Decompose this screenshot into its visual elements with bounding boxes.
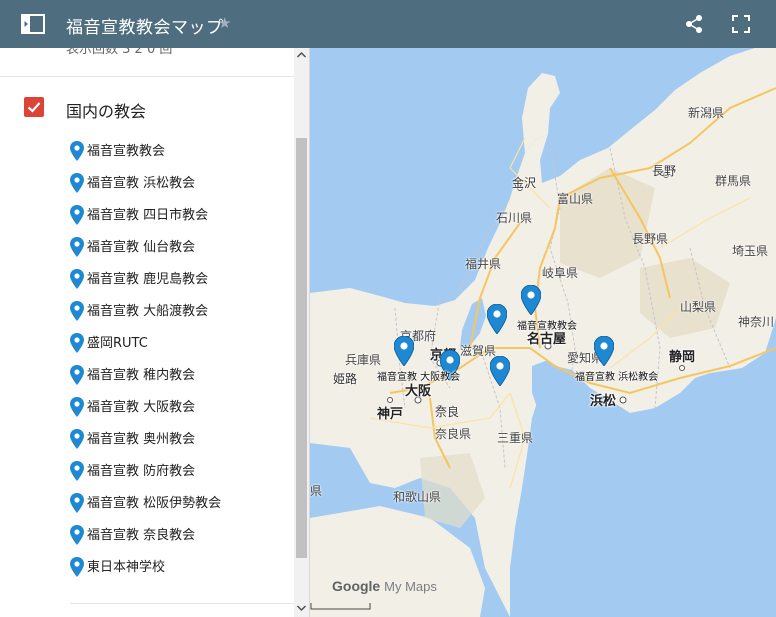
- layer-checkbox[interactable]: [24, 97, 44, 117]
- place-name: 福音宣教教会: [87, 144, 166, 159]
- place-name: 東日本神学校: [87, 560, 166, 575]
- map-pin-icon: [70, 173, 84, 193]
- marker-label: 福音宣教 大阪教会: [377, 372, 461, 383]
- prefecture-label: 群馬県: [715, 174, 752, 188]
- map-pin-icon: [70, 429, 84, 449]
- map-marker-pin[interactable]: [487, 304, 507, 334]
- prefecture-label: 兵庫県: [345, 353, 382, 367]
- map-marker-pin[interactable]: [394, 336, 414, 366]
- city-label: 長野: [652, 164, 677, 178]
- map-pin-icon: [70, 141, 84, 161]
- place-name: 福音宣教 四日市教会: [87, 208, 209, 223]
- city-label: 姫路: [333, 372, 358, 386]
- place-name: 福音宣教 防府教会: [87, 464, 196, 479]
- prefecture-label: 県: [310, 484, 323, 498]
- city-label: 奈良: [435, 405, 460, 419]
- map-pin-icon: [70, 269, 84, 289]
- star-icon[interactable]: ★: [218, 14, 231, 32]
- view-count-text: 表示回数 3 2 0 回: [66, 48, 173, 57]
- place-name: 盛岡RUTC: [87, 336, 148, 351]
- scroll-down-arrow-icon[interactable]: [294, 601, 309, 615]
- prefecture-label: 富山県: [557, 192, 594, 206]
- place-name: 福音宣教 鹿児島教会: [87, 272, 209, 287]
- prefecture-label: 奈良県: [435, 427, 472, 441]
- legend-panel: 表示回数 3 2 0 回 国内の教会 福音宣教教会 福音宣教 浜松教会 福音宣教…: [0, 48, 310, 617]
- google-my-maps-logo: Google My Maps: [332, 578, 437, 594]
- layer-name: 国内の教会: [66, 102, 147, 121]
- divider: [0, 76, 294, 77]
- divider: [70, 603, 294, 604]
- place-name: 福音宣教 仙台教会: [87, 240, 196, 255]
- map-marker-pin[interactable]: [490, 356, 510, 386]
- city-label: 浜松: [590, 394, 617, 409]
- map-pin-icon: [70, 525, 84, 545]
- map-scale-bar: [310, 603, 371, 610]
- map-pin-icon: [70, 365, 84, 385]
- place-name: 福音宣教 奥州教会: [87, 432, 196, 447]
- prefecture-label: 長野県: [632, 232, 669, 246]
- toggle-panel-icon[interactable]: [21, 14, 45, 34]
- check-icon: [27, 102, 41, 113]
- map-pin-icon: [70, 461, 84, 481]
- place-name: 福音宣教 奈良教会: [87, 528, 196, 543]
- place-name: 福音宣教 大阪教会: [87, 400, 196, 415]
- prefecture-label: 神奈川: [738, 315, 775, 329]
- prefecture-label: 岐阜県: [542, 266, 579, 280]
- map-pin-icon: [70, 493, 84, 513]
- share-icon[interactable]: [684, 14, 704, 34]
- scroll-up-arrow-icon[interactable]: [294, 48, 309, 62]
- city-label: 神戸: [377, 407, 404, 422]
- prefecture-label: 石川県: [496, 211, 533, 225]
- scrollbar[interactable]: [294, 48, 309, 617]
- map-title[interactable]: 福音宣教教会マップ: [66, 13, 224, 38]
- app-header: 福音宣教教会マップ ★: [0, 0, 776, 48]
- map-pin-icon: [70, 237, 84, 257]
- city-label: 静岡: [669, 350, 696, 365]
- map-canvas[interactable]: 新潟県 富山県 石川県 長野県 群馬県 福井県 岐阜県 埼玉県 山梨県 神奈川 …: [310, 48, 776, 617]
- marker-label: 福音宣教 浜松教会: [575, 372, 659, 383]
- prefecture-label: 三重県: [497, 431, 534, 445]
- map-pin-icon: [70, 557, 84, 577]
- layer-header: 国内の教会: [22, 96, 292, 121]
- place-name: 福音宣教 松阪伊勢教会: [87, 496, 222, 511]
- prefecture-label: 埼玉県: [732, 244, 769, 258]
- prefecture-label: 新潟県: [688, 106, 725, 120]
- place-name: 福音宣教 稚内教会: [87, 368, 196, 383]
- city-label: 金沢: [512, 176, 537, 190]
- map-marker-pin[interactable]: [594, 336, 614, 366]
- place-name: 福音宣教 浜松教会: [87, 176, 196, 191]
- map-pin-icon: [70, 205, 84, 225]
- map-pin-icon: [70, 301, 84, 321]
- map-marker-pin[interactable]: [521, 285, 541, 315]
- prefecture-label: 和歌山県: [393, 490, 442, 504]
- map-pin-icon: [70, 333, 84, 353]
- place-name: 福音宣教 大船渡教会: [87, 304, 209, 319]
- marker-label: 福音宣教教会: [517, 321, 577, 332]
- fullscreen-icon[interactable]: [731, 14, 751, 34]
- prefecture-label: 福井県: [465, 257, 502, 271]
- scrollbar-thumb[interactable]: [296, 138, 307, 558]
- prefecture-label: 山梨県: [680, 300, 717, 314]
- map-pin-icon: [70, 397, 84, 417]
